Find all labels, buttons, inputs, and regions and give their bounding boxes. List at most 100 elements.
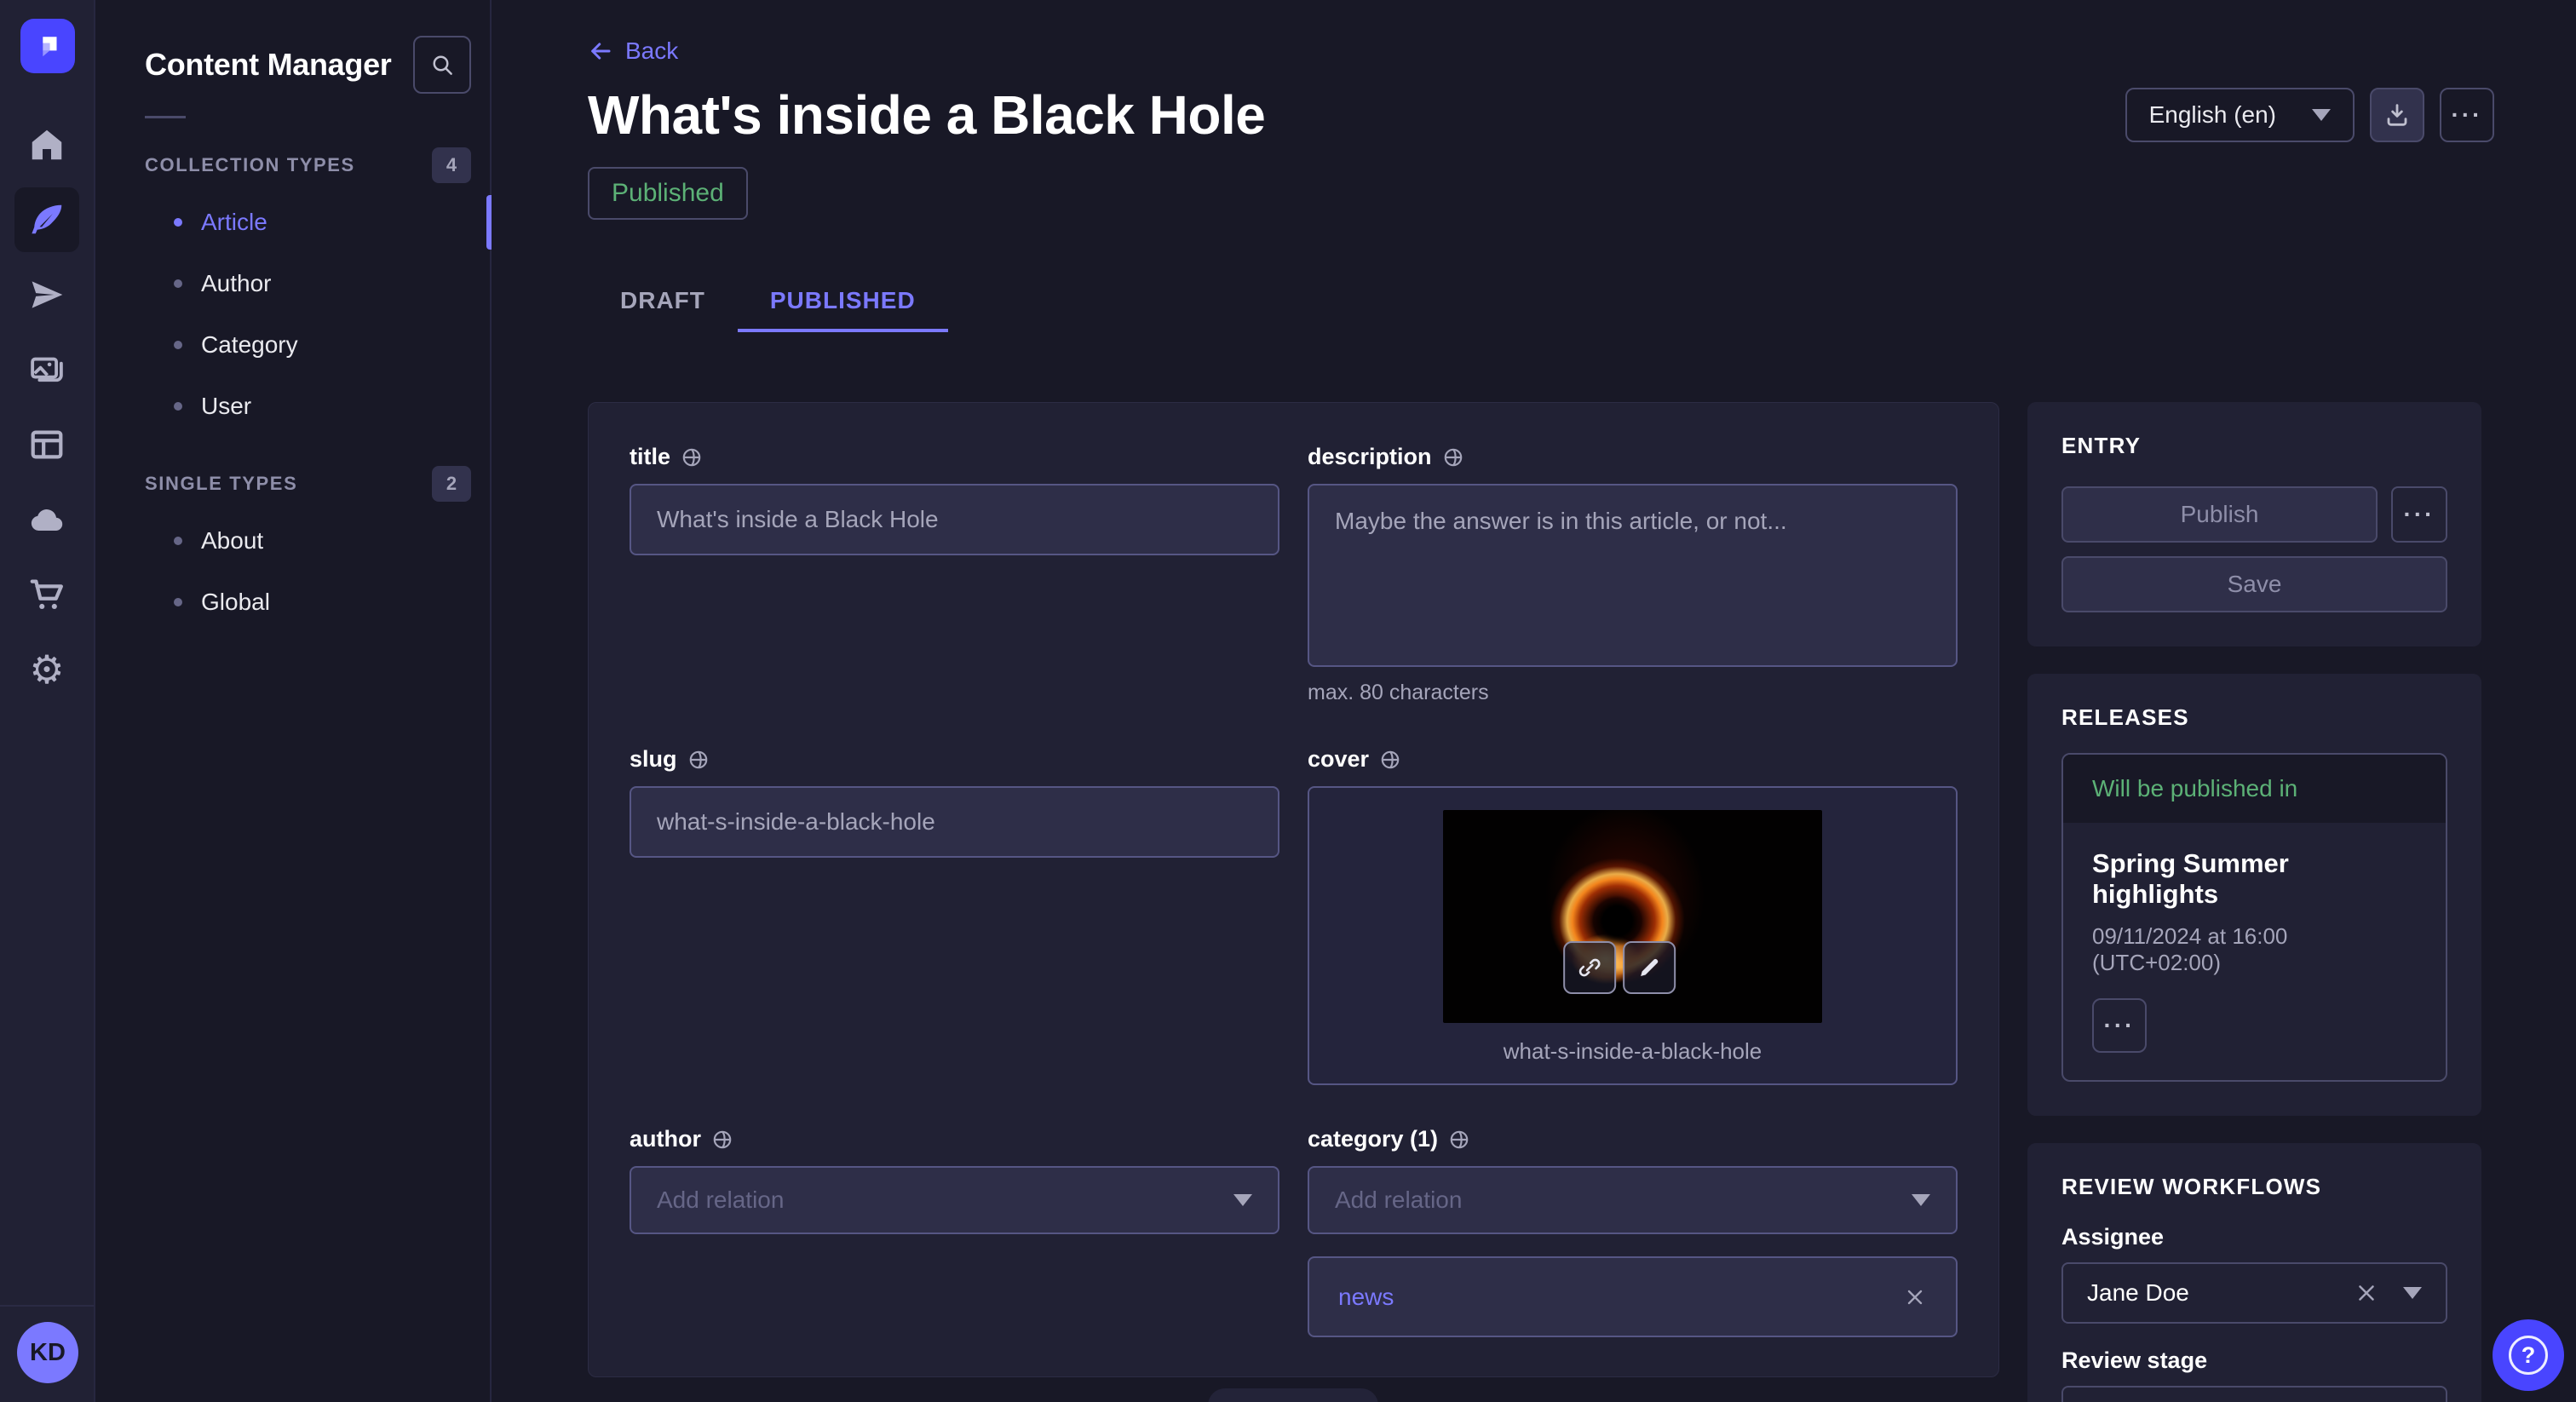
bullet-icon: [174, 218, 182, 227]
tab-published[interactable]: PUBLISHED: [738, 273, 948, 332]
help-button[interactable]: ?: [2493, 1319, 2564, 1391]
tab-draft[interactable]: DRAFT: [588, 273, 738, 332]
copy-link-button[interactable]: [1563, 941, 1616, 994]
section-label: SINGLE TYPES: [145, 473, 297, 495]
link-icon: [1577, 955, 1602, 980]
release-status: Will be published in: [2063, 755, 2446, 823]
sidebar-item-label: Author: [201, 270, 272, 297]
sidebar-item-about[interactable]: About: [97, 510, 490, 572]
sidebar-item-user[interactable]: User: [97, 376, 490, 437]
settings-gear-icon[interactable]: ⚙: [14, 637, 79, 702]
sidebar-item-global[interactable]: Global: [97, 572, 490, 633]
field-label: slug: [630, 746, 677, 773]
releases-plane-icon[interactable]: [14, 262, 79, 327]
globe-icon: [681, 446, 703, 468]
bullet-icon: [174, 402, 182, 411]
slug-input[interactable]: what-s-inside-a-black-hole: [630, 786, 1279, 858]
sidebar-item-label: Category: [201, 331, 298, 359]
download-icon: [2383, 101, 2411, 129]
strapi-logo-icon: [32, 31, 63, 61]
content-type-builder-icon[interactable]: [14, 412, 79, 477]
sidebar-item-label: User: [201, 393, 251, 420]
description-hint: max. 80 characters: [1308, 681, 1958, 705]
review-panel-heading: REVIEW WORKFLOWS: [2061, 1174, 2447, 1200]
search-button[interactable]: [413, 36, 471, 94]
globe-icon: [1379, 749, 1401, 771]
entry-panel: ENTRY Publish ··· Save: [2027, 402, 2481, 646]
active-indicator: [486, 195, 492, 250]
sidebar-item-label: Article: [201, 209, 267, 236]
bullet-icon: [174, 341, 182, 349]
relation-placeholder: Add relation: [657, 1187, 784, 1214]
remove-relation-button[interactable]: [1903, 1285, 1927, 1309]
category-relation-item: news: [1308, 1256, 1958, 1337]
export-download-button[interactable]: [2370, 88, 2424, 142]
page-title: What's inside a Black Hole: [588, 83, 1265, 147]
chevron-down-icon: [1233, 1194, 1252, 1206]
back-link[interactable]: Back: [588, 37, 678, 65]
user-avatar[interactable]: KD: [17, 1322, 78, 1383]
description-textarea[interactable]: Maybe the answer is in this article, or …: [1308, 484, 1958, 667]
save-button[interactable]: Save: [2061, 556, 2447, 612]
globe-icon: [1442, 446, 1464, 468]
field-slug: slug what-s-inside-a-black-hole: [630, 746, 1279, 858]
entry-more-button[interactable]: ···: [2391, 486, 2447, 543]
chevron-down-icon: [2403, 1287, 2422, 1299]
cover-media-card: what-s-inside-a-black-hole: [1308, 786, 1958, 1085]
home-icon[interactable]: [14, 112, 79, 177]
title-input[interactable]: What's inside a Black Hole: [630, 484, 1279, 555]
locale-select[interactable]: English (en): [2125, 88, 2355, 142]
publish-button[interactable]: Publish: [2061, 486, 2378, 543]
relation-link-news[interactable]: news: [1338, 1284, 1394, 1311]
category-relation-select[interactable]: Add relation: [1308, 1166, 1958, 1234]
release-more-button[interactable]: ···: [2092, 998, 2147, 1053]
side-panels: ENTRY Publish ··· Save RELEASES Will be …: [2027, 402, 2481, 1402]
field-label: title: [630, 444, 670, 470]
release-name: Spring Summer highlights: [2092, 848, 2417, 910]
subnav-divider: [145, 116, 186, 118]
bullet-icon: [174, 279, 182, 288]
sidebar-item-article[interactable]: Article: [97, 192, 490, 253]
globe-icon: [1448, 1129, 1470, 1151]
marketplace-cart-icon[interactable]: [14, 562, 79, 627]
pencil-icon: [1636, 955, 1662, 980]
search-icon: [429, 52, 455, 78]
globe-icon: [687, 749, 710, 771]
author-relation-select[interactable]: Add relation: [630, 1166, 1279, 1234]
assignee-label: Assignee: [2061, 1224, 2447, 1250]
field-author: author Add relation: [630, 1126, 1279, 1234]
review-workflows-panel: REVIEW WORKFLOWS Assignee Jane Doe: [2027, 1143, 2481, 1402]
subnav-title: Content Manager: [145, 47, 392, 83]
single-types-section: SINGLE TYPES 2 About Global: [97, 466, 490, 633]
clear-assignee-button[interactable]: [2354, 1280, 2379, 1306]
sidebar-item-category[interactable]: Category: [97, 314, 490, 376]
assignee-value: Jane Doe: [2087, 1279, 2189, 1307]
section-label: COLLECTION TYPES: [145, 154, 355, 176]
status-badge: Published: [588, 167, 748, 220]
field-description: description Maybe the answer is in this …: [1308, 444, 1958, 705]
more-options-button[interactable]: ···: [2440, 88, 2494, 142]
edit-image-button[interactable]: [1623, 941, 1676, 994]
sidebar-item-label: About: [201, 527, 263, 554]
bullet-icon: [174, 537, 182, 545]
chevron-down-icon: [1912, 1194, 1930, 1206]
media-library-icon[interactable]: [14, 337, 79, 402]
strapi-logo: [20, 19, 75, 73]
version-tabs: DRAFT PUBLISHED: [588, 273, 2576, 332]
chevron-down-icon: [2312, 109, 2331, 121]
rail-divider: [0, 1305, 94, 1307]
locale-value: English (en): [2149, 101, 2276, 129]
assignee-combobox[interactable]: Jane Doe: [2061, 1262, 2447, 1324]
ellipsis-icon: ···: [2452, 103, 2483, 127]
ellipsis-icon: ···: [2104, 1014, 2136, 1037]
ellipsis-icon: ···: [2404, 503, 2435, 526]
arrow-left-icon: [588, 38, 613, 64]
main-content: Back What's inside a Black Hole English …: [493, 0, 2576, 1402]
field-label: author: [630, 1126, 701, 1152]
cloud-icon[interactable]: [14, 487, 79, 552]
sidebar-item-author[interactable]: Author: [97, 253, 490, 314]
strapi-admin-app: ⚙ KD Content Manager COLLECTION TYPES 4 …: [0, 0, 2576, 1402]
review-stage-select[interactable]: Reviewed: [2061, 1386, 2447, 1402]
question-mark-icon: ?: [2509, 1336, 2548, 1375]
content-manager-icon[interactable]: [14, 187, 79, 252]
